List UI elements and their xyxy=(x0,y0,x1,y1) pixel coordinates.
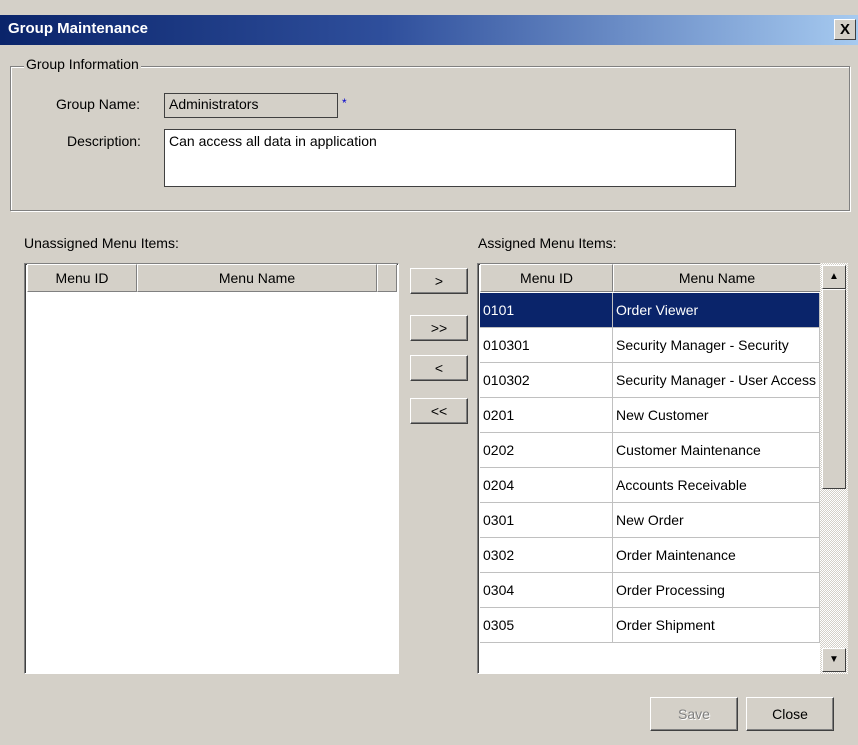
menu-name-cell: Order Maintenance xyxy=(613,538,820,573)
table-row[interactable]: 0301 New Order xyxy=(480,503,820,538)
table-row[interactable]: 010301 Security Manager - Security xyxy=(480,328,820,363)
menu-name-cell: Order Shipment xyxy=(613,608,820,643)
assigned-header-menu-name[interactable]: Menu Name xyxy=(613,264,820,292)
description-input[interactable]: Can access all data in application xyxy=(164,129,736,187)
add-button[interactable]: > xyxy=(410,268,468,294)
menu-id-cell: 0304 xyxy=(480,573,613,608)
menu-id-cell: 010302 xyxy=(480,363,613,398)
unassigned-list[interactable]: Menu ID Menu Name xyxy=(24,263,399,674)
menu-name-cell: Security Manager - Security xyxy=(613,328,820,363)
assigned-scrollbar[interactable]: ▲ ▼ xyxy=(820,263,848,674)
menu-name-cell: Security Manager - User Access xyxy=(613,363,820,398)
menu-id-cell: 0202 xyxy=(480,433,613,468)
scroll-thumb[interactable] xyxy=(822,289,846,489)
scroll-up-icon[interactable]: ▲ xyxy=(822,265,846,289)
group-name-label: Group Name: xyxy=(56,96,141,112)
table-row[interactable]: 0302 Order Maintenance xyxy=(480,538,820,573)
required-marker: * xyxy=(342,96,347,110)
table-row[interactable]: 0305 Order Shipment xyxy=(480,608,820,643)
table-row[interactable]: 0204 Accounts Receivable xyxy=(480,468,820,503)
unassigned-header-filler xyxy=(377,264,397,292)
save-button[interactable]: Save xyxy=(650,697,738,731)
menu-id-cell: 010301 xyxy=(480,328,613,363)
close-button[interactable]: Close xyxy=(746,697,834,731)
table-row[interactable]: 0202 Customer Maintenance xyxy=(480,433,820,468)
description-label: Description: xyxy=(67,133,141,149)
table-row[interactable]: 0201 New Customer xyxy=(480,398,820,433)
assigned-list[interactable]: Menu ID Menu Name 0101 Order Viewer 010301… xyxy=(477,263,821,674)
menu-name-cell: New Customer xyxy=(613,398,820,433)
table-row[interactable]: 0304 Order Processing xyxy=(480,573,820,608)
add-all-button[interactable]: >> xyxy=(410,315,468,341)
remove-all-button[interactable]: << xyxy=(410,398,468,424)
unassigned-label: Unassigned Menu Items: xyxy=(24,235,179,251)
assigned-label: Assigned Menu Items: xyxy=(478,235,617,251)
group-name-input[interactable]: Administrators xyxy=(164,93,338,118)
menu-name-cell: Order Processing xyxy=(613,573,820,608)
menu-id-cell: 0301 xyxy=(480,503,613,538)
menu-id-cell: 0305 xyxy=(480,608,613,643)
title-bar: Group Maintenance X xyxy=(0,15,858,45)
table-row[interactable]: 0101 Order Viewer xyxy=(480,293,820,328)
menu-id-cell: 0302 xyxy=(480,538,613,573)
menu-name-cell: Order Viewer xyxy=(613,293,820,328)
scroll-down-icon[interactable]: ▼ xyxy=(822,648,846,672)
menu-name-cell: New Order xyxy=(613,503,820,538)
menu-name-cell: Customer Maintenance xyxy=(613,433,820,468)
menu-id-cell: 0201 xyxy=(480,398,613,433)
remove-button[interactable]: < xyxy=(410,355,468,381)
unassigned-header-menu-name[interactable]: Menu Name xyxy=(137,264,377,292)
group-information-legend: Group Information xyxy=(24,56,141,72)
assigned-header-menu-id[interactable]: Menu ID xyxy=(480,264,613,292)
unassigned-header-menu-id[interactable]: Menu ID xyxy=(27,264,137,292)
table-row[interactable]: 010302 Security Manager - User Access xyxy=(480,363,820,398)
menu-id-cell: 0101 xyxy=(480,293,613,328)
menu-id-cell: 0204 xyxy=(480,468,613,503)
menu-name-cell: Accounts Receivable xyxy=(613,468,820,503)
close-icon[interactable]: X xyxy=(834,19,856,40)
window-title: Group Maintenance xyxy=(8,20,149,37)
